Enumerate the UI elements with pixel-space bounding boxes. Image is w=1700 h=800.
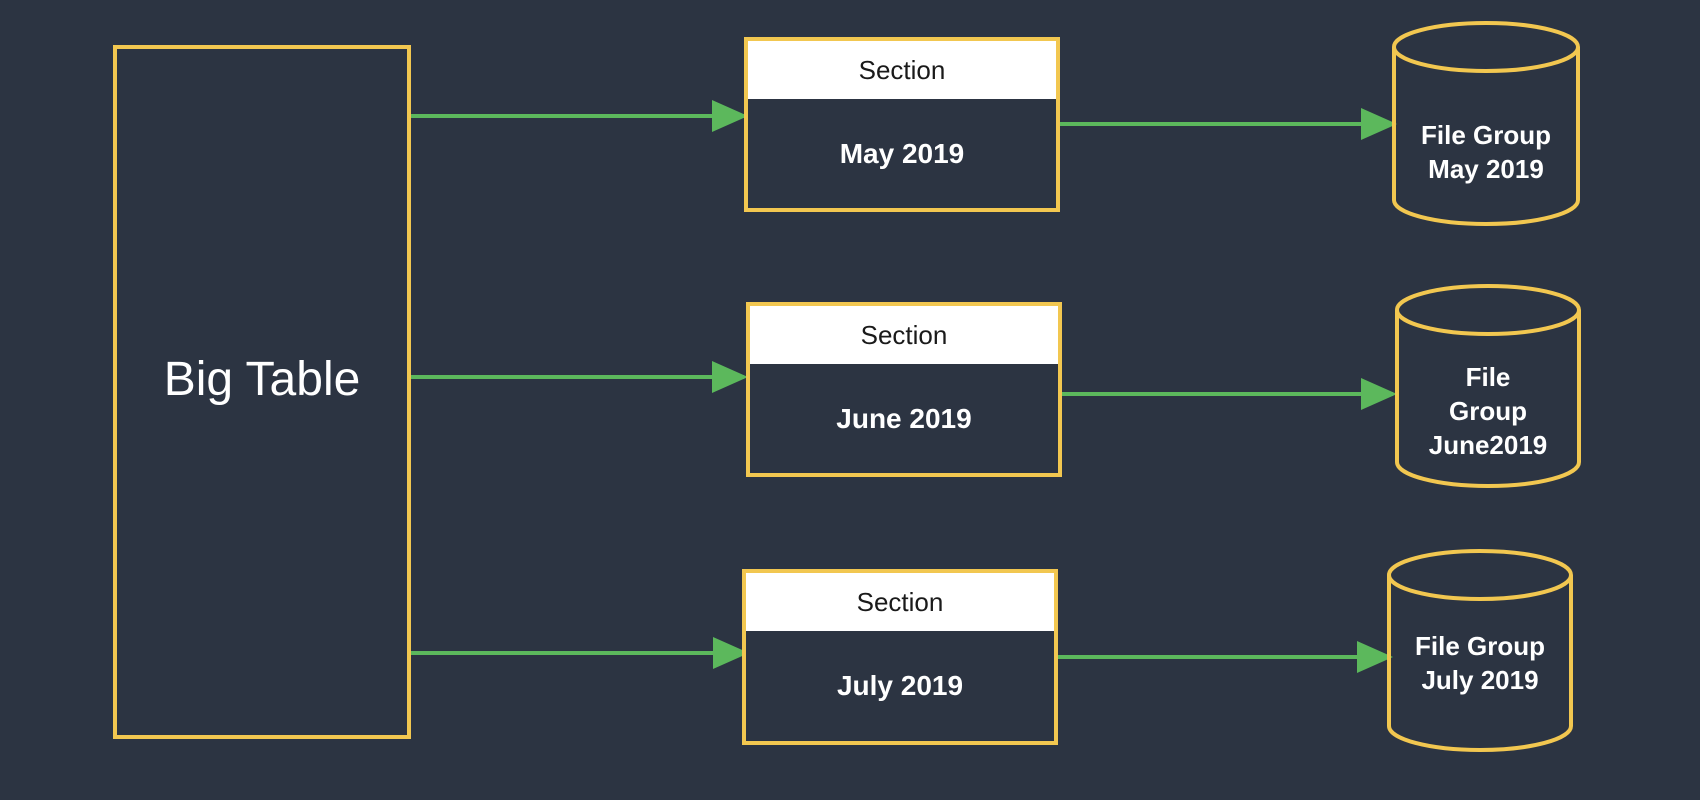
section-period-july: July 2019: [836, 670, 964, 701]
filegroup-label-july: File Group July 2019: [1389, 614, 1571, 712]
filegroup-may-line-2: May 2019: [1428, 154, 1544, 184]
section-box-may: Section May 2019: [744, 37, 1060, 212]
section-header-july: Section: [746, 573, 1054, 631]
big-table-label: Big Table: [163, 352, 361, 406]
section-box-june: Section June 2019: [746, 302, 1062, 477]
diagram-canvas: Big Table Section May 2019 Section June …: [0, 0, 1700, 800]
section-header-june: Section: [750, 306, 1058, 364]
filegroup-july-line-1: File Group: [1415, 631, 1545, 661]
filegroup-label-june: File Group June2019: [1397, 344, 1579, 478]
big-table-box: Big Table: [113, 45, 411, 739]
section-box-july: Section July 2019: [742, 569, 1058, 745]
section-period-may: May 2019: [839, 137, 965, 169]
filegroup-label-may: File Group May 2019: [1394, 92, 1578, 212]
filegroup-june-line-2: Group: [1449, 396, 1527, 426]
filegroup-june-line-1: File: [1465, 362, 1511, 392]
filegroup-may-line-1: File Group: [1421, 120, 1551, 150]
filegroup-july-line-2: July 2019: [1421, 665, 1539, 695]
section-header-may: Section: [748, 41, 1056, 99]
filegroup-june-line-3: June2019: [1428, 430, 1548, 460]
section-period-june: June 2019: [836, 402, 972, 434]
